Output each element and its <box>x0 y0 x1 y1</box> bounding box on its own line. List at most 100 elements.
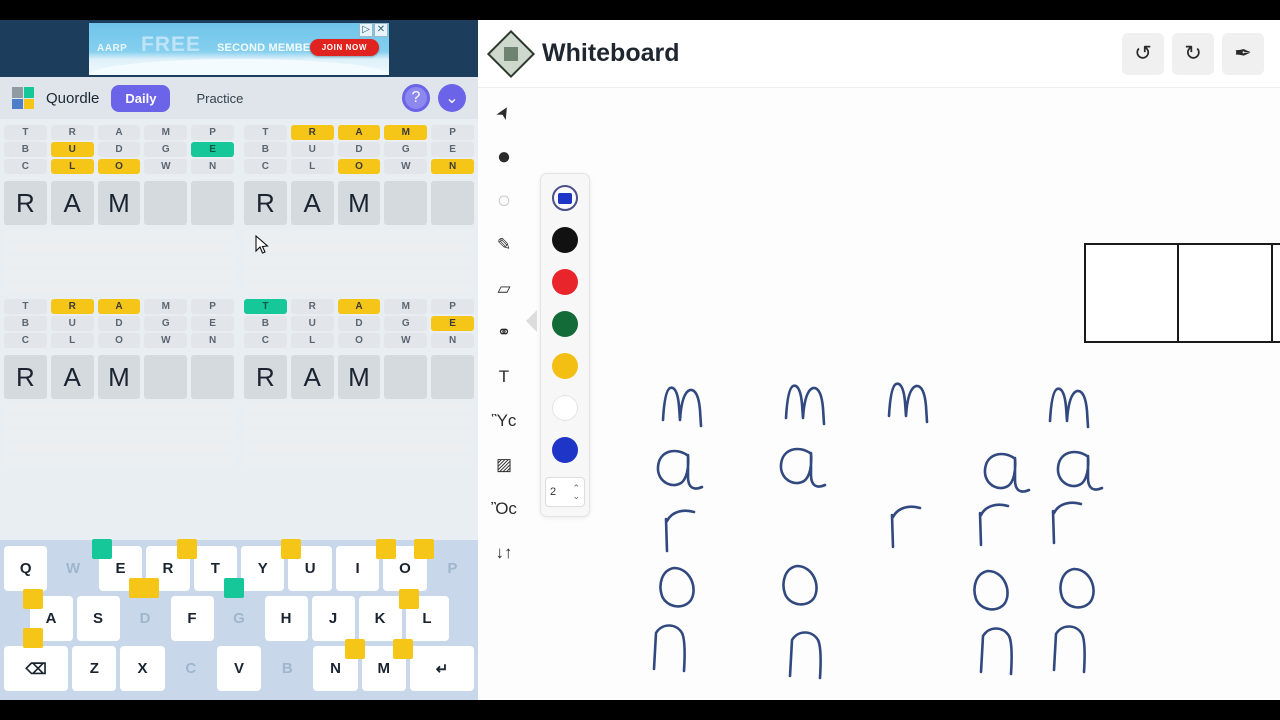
ad-controls[interactable]: ▷ ✕ <box>359 22 388 37</box>
key-w[interactable]: W <box>51 546 94 591</box>
guess-row: CLOWN <box>244 333 474 348</box>
empty-guess-row <box>244 417 474 427</box>
color-swatch-yellow[interactable] <box>545 347 585 385</box>
letter-tile: B <box>4 142 47 157</box>
key-s[interactable]: S <box>76 596 120 641</box>
key-q[interactable]: Q <box>4 546 48 591</box>
image-tool[interactable]: Ὓc <box>484 400 524 442</box>
letter-tile: D <box>97 142 141 157</box>
swatch-dot <box>552 353 578 379</box>
tab-practice[interactable]: Practice <box>182 85 257 112</box>
letter-tile: G <box>144 316 188 331</box>
key-r[interactable]: R <box>139 539 197 598</box>
empty-guess-row <box>4 456 234 466</box>
keyboard-row: ⌫ Z X C V B N M ↵ <box>4 639 475 691</box>
undo-button[interactable]: ↺ <box>1122 32 1164 75</box>
whiteboard-canvas[interactable] <box>598 88 1280 700</box>
key-h[interactable]: H <box>264 596 308 641</box>
letter-tile: E <box>431 316 474 331</box>
key-label: M <box>377 660 391 677</box>
color-picker-button[interactable] <box>545 179 585 217</box>
arrange-tool[interactable]: ↓↑ <box>484 532 524 574</box>
quordle-logo-icon <box>12 87 34 109</box>
ad-brand: AARP <box>97 42 128 54</box>
key-label: S <box>92 610 103 627</box>
screen: AARP FREE SECOND MEMBERSHIP JOIN NOW ▷ ✕… <box>0 0 1280 720</box>
guess-row: TRAMP <box>4 299 234 314</box>
key-b[interactable]: B <box>265 646 309 691</box>
shapes-tool[interactable]: ⚭ <box>484 312 524 354</box>
key-a[interactable]: A <box>22 589 73 648</box>
ad-banner[interactable]: AARP FREE SECOND MEMBERSHIP JOIN NOW ▷ ✕ <box>89 22 389 75</box>
empty-guess-row <box>244 230 474 240</box>
key-v[interactable]: V <box>216 646 262 691</box>
chevron-down-icon[interactable]: ⌄ <box>438 84 466 112</box>
eraser-tool[interactable]: ▱ <box>484 268 524 310</box>
ad-info-icon[interactable]: ▷ <box>359 22 373 37</box>
key-i[interactable]: I <box>335 546 380 591</box>
text-tool[interactable]: T <box>484 356 524 398</box>
key-label: I <box>355 560 360 577</box>
key-g[interactable]: G <box>218 596 261 641</box>
empty-guess-row <box>4 430 234 440</box>
color-swatch-green[interactable] <box>545 305 585 343</box>
letter-tile: A <box>97 299 141 314</box>
filled-circle-tool[interactable]: ● <box>484 136 524 178</box>
letter-tile: E <box>191 316 234 331</box>
color-swatch-black[interactable] <box>545 221 585 259</box>
color-swatch-blue[interactable] <box>545 431 585 469</box>
color-swatch-white[interactable] <box>545 389 585 427</box>
empty-guess-row <box>4 256 234 266</box>
stepper-arrows[interactable]: ⌃ ⌄ <box>572 483 580 500</box>
comment-tool[interactable]: Ὂc <box>484 488 524 530</box>
tab-daily[interactable]: Daily <box>111 84 171 112</box>
key-label: N <box>330 660 341 677</box>
letter-tile: R <box>290 125 334 140</box>
quordle-title: Quordle <box>46 89 100 107</box>
key-j[interactable]: J <box>311 596 355 641</box>
key-m[interactable]: M <box>361 639 413 691</box>
current-letter-tile: M <box>97 181 141 225</box>
sticker-tool[interactable]: ▨ <box>484 444 524 486</box>
quordle-header-actions: ? ⌄ <box>402 84 466 112</box>
key-o[interactable]: O <box>376 539 434 591</box>
key-backspace[interactable]: ⌫ <box>4 646 69 691</box>
color-swatch-red[interactable] <box>545 263 585 301</box>
outline-circle-tool[interactable]: ○ <box>484 180 524 222</box>
empty-guess-row <box>4 282 234 292</box>
pencil-tool[interactable]: ✎ <box>484 224 524 266</box>
current-letter-tile: M <box>337 355 381 399</box>
key-k[interactable]: K <box>358 596 402 641</box>
key-n[interactable]: N <box>313 639 365 691</box>
key-f[interactable]: F <box>170 596 214 641</box>
key-status-marker <box>22 589 43 609</box>
redo-button[interactable]: ↻ <box>1172 32 1214 75</box>
key-u[interactable]: U <box>281 539 332 591</box>
key-x[interactable]: X <box>120 646 165 691</box>
key-c[interactable]: C <box>169 646 213 691</box>
help-icon[interactable]: ? <box>402 84 430 112</box>
key-p[interactable]: P <box>431 546 474 591</box>
key-d[interactable]: D <box>124 596 167 641</box>
key-label: L <box>422 610 432 627</box>
ad-cta-button[interactable]: JOIN NOW <box>309 38 379 56</box>
key-y[interactable]: Y <box>241 546 285 591</box>
key-z[interactable]: Z <box>72 646 117 691</box>
swatch-dot <box>552 311 578 337</box>
empty-guess-row <box>4 417 234 427</box>
letter-tile: R <box>290 299 334 314</box>
key-enter[interactable]: ↵ <box>409 646 475 691</box>
ad-close-icon[interactable]: ✕ <box>374 22 388 37</box>
handwritten-letter-r <box>664 509 696 553</box>
collapse-panel-icon[interactable] <box>526 310 537 332</box>
key-l[interactable]: L <box>398 589 449 641</box>
current-guess-row: RAM <box>4 181 234 225</box>
pin-button[interactable]: ✒ <box>1222 32 1264 75</box>
stepper-down-icon[interactable]: ⌄ <box>572 491 580 500</box>
past-guesses: TRAMP BUDGE CLOWN <box>244 297 474 352</box>
key-t[interactable]: T <box>193 546 245 598</box>
select-tool[interactable]: ➤ <box>476 85 532 141</box>
stroke-width-stepper[interactable]: 2 ⌃ ⌄ <box>545 473 585 511</box>
letter-tile: R <box>50 299 94 314</box>
key-e[interactable]: E <box>91 539 150 598</box>
